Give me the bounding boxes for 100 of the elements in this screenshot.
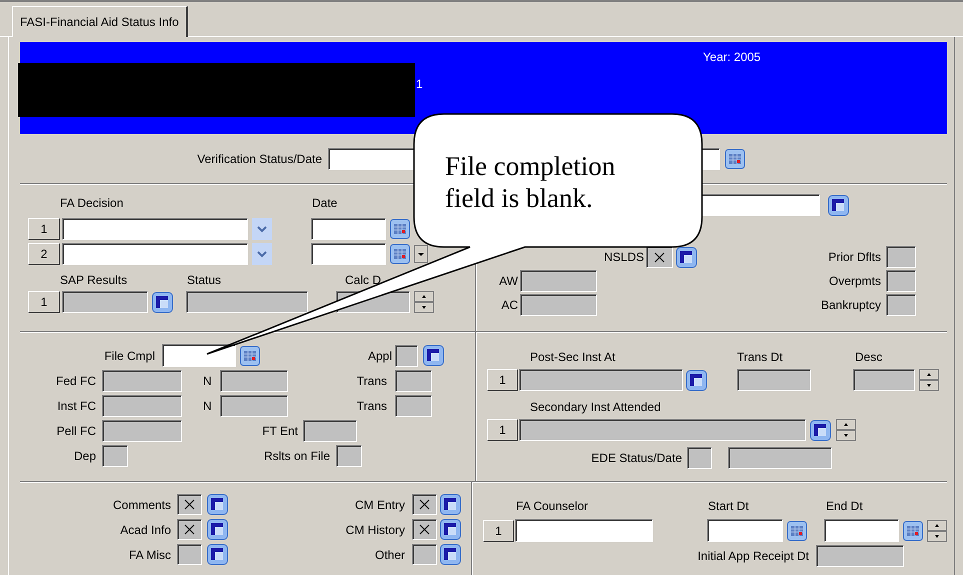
field-label: Trans Dt xyxy=(737,350,783,364)
checkbox[interactable] xyxy=(395,344,418,366)
callout-text: File completion field is blank. xyxy=(445,150,616,214)
copy-icon[interactable] xyxy=(423,345,444,366)
input-field xyxy=(395,370,432,392)
input-field xyxy=(220,395,288,417)
input-field xyxy=(853,369,915,391)
field-label: Verification Status/Date xyxy=(197,152,322,166)
field-label: Other xyxy=(374,548,405,562)
copy-icon[interactable] xyxy=(207,544,228,565)
field-label: Fed FC xyxy=(56,374,96,388)
spinner-icon[interactable] xyxy=(919,369,939,391)
field-label: Calc D xyxy=(345,273,382,287)
x-mark-icon xyxy=(184,524,195,535)
field-label: Trans xyxy=(356,374,387,388)
field-label: Bankruptcy xyxy=(820,298,881,312)
input-field[interactable] xyxy=(700,194,820,216)
field-label: Prior Dflts xyxy=(828,250,881,264)
date-field[interactable] xyxy=(162,344,236,367)
date-field[interactable] xyxy=(311,218,386,240)
input-field xyxy=(220,370,288,392)
date-field[interactable] xyxy=(707,519,783,542)
copy-icon[interactable] xyxy=(676,246,697,268)
field-label: Dep xyxy=(74,449,96,463)
x-mark-icon xyxy=(419,524,430,535)
x-mark-icon xyxy=(654,252,665,262)
checkbox[interactable] xyxy=(412,544,437,565)
copy-icon[interactable] xyxy=(152,292,173,312)
checkbox[interactable] xyxy=(412,494,437,515)
copy-icon[interactable] xyxy=(440,494,461,515)
field-label: CM Entry xyxy=(354,498,405,512)
tab[interactable]: FASI-Financial Aid Status Info xyxy=(12,6,188,37)
copy-icon[interactable] xyxy=(440,519,461,540)
input-field xyxy=(336,445,362,467)
row-number-button[interactable]: 1 xyxy=(28,291,60,313)
field-label: NSLDS xyxy=(604,250,644,264)
field-label: Acad Info xyxy=(120,522,171,536)
field-label: Initial App Receipt Dt xyxy=(698,549,809,563)
field-label: Rslts on File xyxy=(264,449,330,463)
chevron-down-icon[interactable] xyxy=(252,218,272,240)
copy-icon[interactable] xyxy=(207,519,228,540)
x-mark-icon xyxy=(419,499,430,510)
spinner-icon[interactable] xyxy=(414,291,434,313)
field-label: AC xyxy=(501,298,518,312)
input-field xyxy=(102,445,128,467)
row-number-button[interactable]: 1 xyxy=(28,218,60,240)
field-label: Appl xyxy=(368,348,392,362)
field-label: N xyxy=(203,399,212,413)
checkbox[interactable] xyxy=(646,246,673,268)
row-number-button[interactable]: 1 xyxy=(487,419,518,441)
input-field xyxy=(687,447,712,469)
checkbox[interactable] xyxy=(177,519,202,540)
field-label: CM History xyxy=(346,522,405,536)
date-field[interactable] xyxy=(311,243,386,265)
dropdown-field[interactable] xyxy=(62,243,248,265)
input-field[interactable] xyxy=(515,519,653,542)
id-text: 1 xyxy=(416,77,423,91)
row-number-button[interactable]: 1 xyxy=(487,369,518,391)
field-label: File Cmpl xyxy=(104,348,155,362)
field-label: Comments xyxy=(112,498,171,512)
input-field xyxy=(886,270,916,292)
date-field[interactable] xyxy=(824,519,899,542)
copy-icon[interactable] xyxy=(440,544,461,565)
spinner-icon[interactable] xyxy=(927,520,947,542)
copy-icon[interactable] xyxy=(686,370,707,390)
calendar-icon[interactable] xyxy=(787,520,807,540)
row-number-button[interactable]: 1 xyxy=(483,520,514,542)
field-label: Post-Sec Inst At xyxy=(530,350,616,364)
field-label: FA Misc xyxy=(128,548,171,562)
copy-icon[interactable] xyxy=(828,194,849,216)
calendar-icon[interactable] xyxy=(240,346,260,366)
checkbox[interactable] xyxy=(412,519,437,540)
calendar-icon[interactable] xyxy=(390,219,410,239)
x-mark-icon xyxy=(184,499,195,510)
checkbox[interactable] xyxy=(177,544,202,565)
calendar-icon[interactable] xyxy=(725,148,745,168)
field-label: FA Decision xyxy=(60,196,124,210)
field-label: Desc xyxy=(855,350,882,364)
field-label: Start Dt xyxy=(708,499,749,513)
copy-icon[interactable] xyxy=(207,494,228,515)
field-label: Secondary Inst Attended xyxy=(530,400,661,414)
field-label: Overpmts xyxy=(828,274,881,288)
checkbox[interactable] xyxy=(177,494,202,515)
field-label: End Dt xyxy=(826,499,863,513)
dropdown-field[interactable] xyxy=(62,218,248,240)
field-label: Inst FC xyxy=(57,399,96,413)
row-number-button[interactable]: 2 xyxy=(28,243,60,265)
field-label: Status xyxy=(187,273,222,287)
input-field xyxy=(886,246,916,268)
copy-icon[interactable] xyxy=(810,420,831,440)
field-label: Date xyxy=(312,196,338,210)
spinner-icon[interactable] xyxy=(836,419,856,441)
input-field xyxy=(395,395,432,417)
input-field xyxy=(303,420,357,442)
field-label: AW xyxy=(499,274,518,288)
field-label: FT Ent xyxy=(262,424,298,438)
field-label: Trans xyxy=(356,399,387,413)
chevron-down-icon[interactable] xyxy=(252,243,272,265)
field-label: FA Counselor xyxy=(516,499,588,513)
field-label: N xyxy=(203,374,212,388)
